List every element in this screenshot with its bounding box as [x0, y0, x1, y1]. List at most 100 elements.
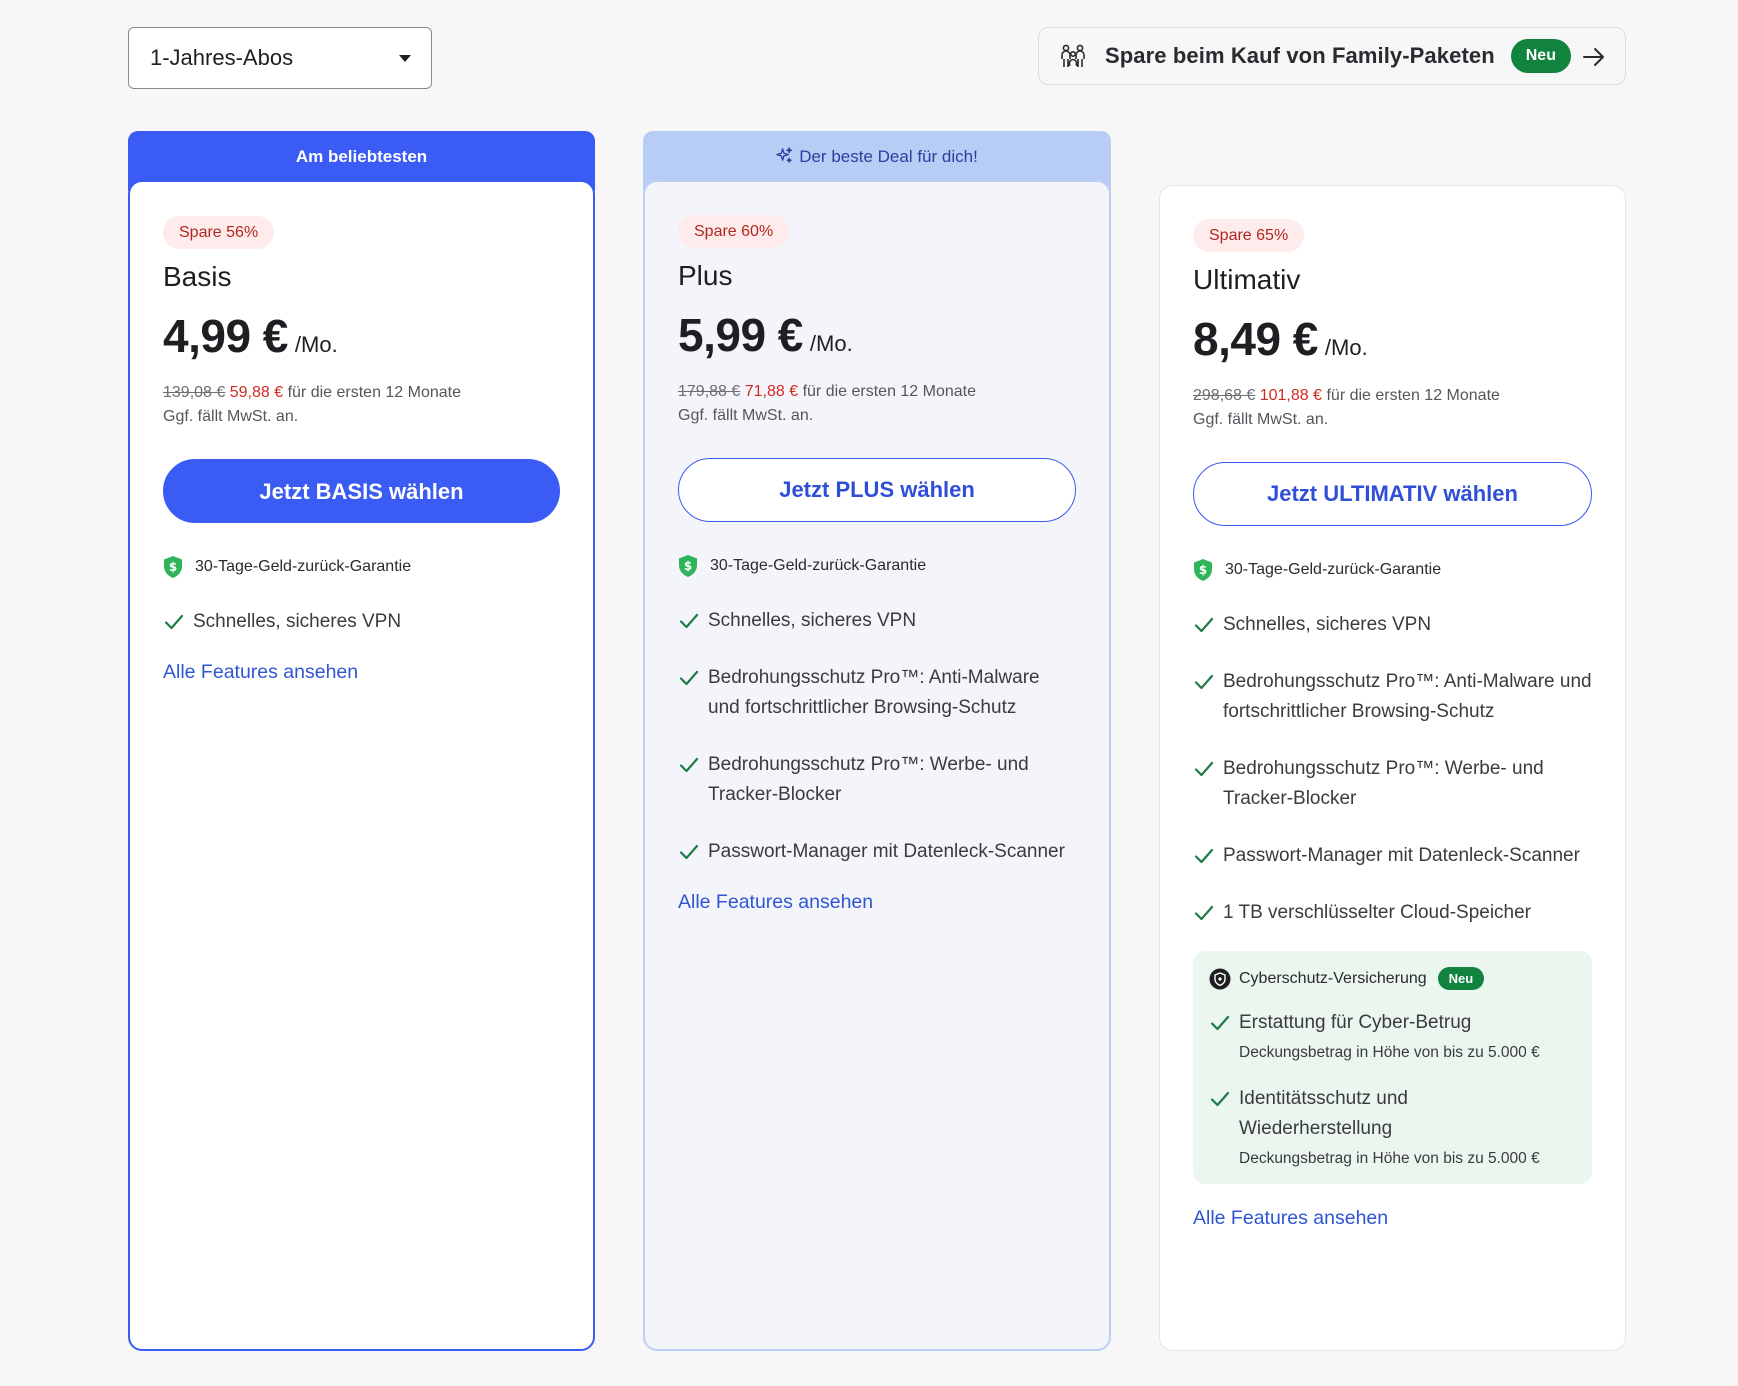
- old-price: 139,08 €: [163, 384, 226, 401]
- top-bar: 1-Jahres-Abos Spare beim Kauf von Family…: [128, 27, 1626, 89]
- coverage-note: Deckungsbetrag in Höhe von bis zu 5.000 …: [1239, 1150, 1540, 1167]
- cyber-item-label: Identitätsschutz und Wiederherstellung: [1239, 1088, 1408, 1139]
- price-period: /Mo.: [294, 332, 338, 357]
- shield-badge-icon: [1209, 968, 1231, 989]
- check-icon: [679, 844, 699, 860]
- plan-card-plus-body: Spare 60% Plus 5,99 € /Mo. 179,88 € 71,8…: [643, 180, 1111, 1351]
- term-select[interactable]: 1-Jahres-Abos: [128, 27, 432, 89]
- svg-text:$: $: [169, 560, 177, 574]
- shield-dollar-icon: $: [164, 556, 182, 578]
- guarantee: $ 30-Tage-Geld-zurück-Garantie: [163, 555, 560, 579]
- save-badge: Spare 60%: [678, 215, 790, 248]
- new-badge: Neu: [1437, 967, 1485, 990]
- cyber-item-label: Erstattung für Cyber-Betrug: [1239, 1012, 1472, 1033]
- price-duration: für die ersten 12 Monate: [1326, 387, 1500, 404]
- feature-item: Schnelles, sicheres VPN: [163, 607, 560, 637]
- feature-label: Schnelles, sicheres VPN: [1223, 614, 1432, 635]
- price-duration: für die ersten 12 Monate: [802, 383, 977, 400]
- new-badge: Neu: [1510, 39, 1571, 73]
- tax-note: Ggf. fällt MwSt. an.: [678, 407, 814, 424]
- check-icon: [1194, 848, 1214, 864]
- feature-list: Schnelles, sicheres VPN Bedrohungsschutz…: [1193, 610, 1592, 928]
- feature-label: 1 TB verschlüsselter Cloud-Speicher: [1223, 902, 1532, 923]
- price-note: 139,08 € 59,88 € für die ersten 12 Monat…: [163, 381, 560, 429]
- check-icon: [1194, 674, 1214, 690]
- cyber-insurance-box: Cyberschutz-Versicherung Neu Erstattung …: [1193, 951, 1592, 1184]
- feature-label: Bedrohungsschutz Pro™: Werbe- und Tracke…: [1223, 758, 1544, 809]
- save-badge: Spare 56%: [163, 216, 275, 249]
- tax-note: Ggf. fällt MwSt. an.: [1193, 411, 1329, 428]
- feature-label: Passwort-Manager mit Datenleck-Scanner: [1223, 845, 1580, 866]
- price-duration: für die ersten 12 Monate: [287, 384, 462, 401]
- guarantee: $ 30-Tage-Geld-zurück-Garantie: [678, 554, 1076, 578]
- shield-dollar-icon: $: [679, 555, 697, 577]
- cyber-item: Erstattung für Cyber-Betrug: [1209, 1008, 1578, 1038]
- feature-label: Passwort-Manager mit Datenleck-Scanner: [708, 841, 1065, 862]
- check-icon: [1194, 617, 1214, 633]
- all-features-link[interactable]: Alle Features ansehen: [678, 891, 873, 914]
- all-features-link[interactable]: Alle Features ansehen: [163, 661, 358, 684]
- price-row: 5,99 € /Mo.: [678, 308, 1076, 362]
- chevron-down-icon: [399, 55, 411, 62]
- feature-label: Schnelles, sicheres VPN: [708, 610, 917, 631]
- price: 4,99 €: [163, 310, 288, 362]
- feature-list: Schnelles, sicheres VPN Bedrohungsschutz…: [678, 606, 1076, 867]
- family-promo-button[interactable]: Spare beim Kauf von Family-Paketen Neu: [1038, 27, 1626, 85]
- plan-card-basis-body: Spare 56% Basis 4,99 € /Mo. 139,08 € 59,…: [128, 180, 595, 1351]
- plan-name: Ultimativ: [1193, 264, 1301, 295]
- feature-label: Bedrohungsschutz Pro™: Anti-Malware und …: [1223, 671, 1592, 722]
- feature-item: Bedrohungsschutz Pro™: Anti-Malware und …: [1193, 667, 1592, 727]
- check-icon: [679, 757, 699, 773]
- feature-item: Schnelles, sicheres VPN: [1193, 610, 1592, 640]
- select-ultimativ-button[interactable]: Jetzt ULTIMATIV wählen: [1193, 462, 1592, 526]
- new-price: 101,88 €: [1259, 387, 1323, 404]
- feature-label: Bedrohungsschutz Pro™: Werbe- und Tracke…: [708, 754, 1029, 805]
- svg-text:$: $: [684, 559, 692, 573]
- cyber-item: Identitätsschutz und Wiederherstellung: [1209, 1084, 1578, 1144]
- plan-name: Basis: [163, 261, 232, 292]
- sparkle-icon: [776, 147, 793, 163]
- save-badge: Spare 65%: [1193, 219, 1305, 252]
- select-basis-button[interactable]: Jetzt BASIS wählen: [163, 459, 560, 523]
- price-period: /Mo.: [1324, 335, 1368, 360]
- check-icon: [1194, 905, 1214, 921]
- best-deal-banner-label: Der beste Deal für dich!: [799, 147, 978, 166]
- guarantee-text: 30-Tage-Geld-zurück-Garantie: [710, 557, 927, 574]
- all-features-link[interactable]: Alle Features ansehen: [1193, 1207, 1388, 1230]
- price-note: 298,68 € 101,88 € für die ersten 12 Mona…: [1193, 384, 1592, 432]
- coverage-note: Deckungsbetrag in Höhe von bis zu 5.000 …: [1239, 1044, 1540, 1061]
- family-promo-text: Spare beim Kauf von Family-Paketen: [1105, 43, 1495, 68]
- check-icon: [1194, 761, 1214, 777]
- new-price: 71,88 €: [744, 383, 799, 400]
- price-note: 179,88 € 71,88 € für die ersten 12 Monat…: [678, 380, 1076, 428]
- check-icon: [164, 614, 184, 630]
- plan-card-ultimativ: Spare 65% Ultimativ 8,49 € /Mo. 298,68 €…: [1159, 185, 1626, 1351]
- feature-list: Schnelles, sicheres VPN: [163, 607, 560, 637]
- arrow-right-icon: [1583, 48, 1604, 66]
- feature-item: Bedrohungsschutz Pro™: Anti-Malware und …: [678, 663, 1076, 723]
- cyber-insurance-list: Erstattung für Cyber-Betrug: [1209, 1008, 1578, 1038]
- plan-card-ultimativ-body: Spare 65% Ultimativ 8,49 € /Mo. 298,68 €…: [1159, 185, 1626, 1351]
- popular-banner-label: Am beliebtesten: [295, 147, 428, 166]
- feature-item: 1 TB verschlüsselter Cloud-Speicher: [1193, 898, 1592, 928]
- check-icon: [679, 670, 699, 686]
- new-price: 59,88 €: [229, 384, 284, 401]
- feature-item: Schnelles, sicheres VPN: [678, 606, 1076, 636]
- cyber-insurance-header: Cyberschutz-Versicherung Neu: [1209, 967, 1578, 990]
- old-price: 298,68 €: [1193, 387, 1256, 404]
- price-period: /Mo.: [809, 331, 853, 356]
- price: 8,49 €: [1193, 313, 1318, 365]
- term-select-value: 1-Jahres-Abos: [150, 45, 294, 70]
- feature-item: Passwort-Manager mit Datenleck-Scanner: [1193, 841, 1592, 871]
- cyber-insurance-list: Identitätsschutz und Wiederherstellung: [1209, 1084, 1578, 1144]
- family-icon: [1061, 44, 1085, 67]
- feature-item: Bedrohungsschutz Pro™: Werbe- und Tracke…: [678, 750, 1076, 810]
- feature-label: Bedrohungsschutz Pro™: Anti-Malware und …: [708, 667, 1040, 718]
- feature-item: Passwort-Manager mit Datenleck-Scanner: [678, 837, 1076, 867]
- price: 5,99 €: [678, 309, 803, 361]
- feature-label: Schnelles, sicheres VPN: [193, 611, 402, 632]
- check-icon: [679, 613, 699, 629]
- check-icon: [1210, 1015, 1230, 1031]
- price-row: 4,99 € /Mo.: [163, 309, 560, 363]
- select-plus-button[interactable]: Jetzt PLUS wählen: [678, 458, 1076, 522]
